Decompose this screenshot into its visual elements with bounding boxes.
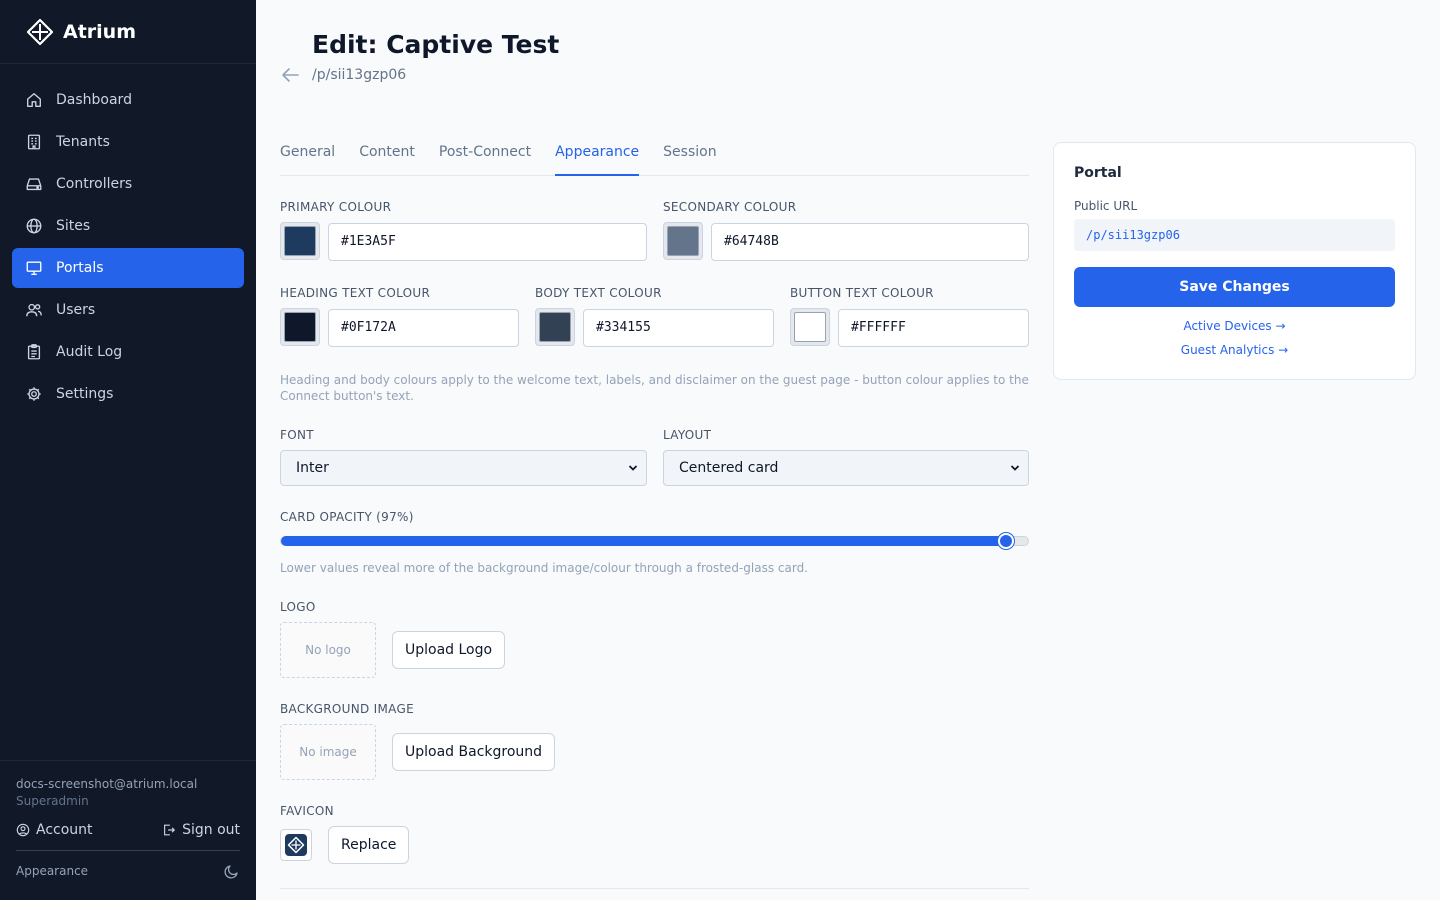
portal-card: Portal Public URL /p/sii13gzp06 Save Cha…: [1053, 142, 1416, 380]
tab-session[interactable]: Session: [663, 136, 716, 176]
sidebar: Atrium Dashboard Tenants Controllers Sit…: [0, 0, 256, 900]
opacity-help-text: Lower values reveal more of the backgrou…: [280, 561, 808, 575]
favicon-preview: [280, 829, 312, 861]
sidebar-item-label: Dashboard: [56, 92, 132, 108]
opacity-slider-thumb[interactable]: [998, 533, 1014, 549]
save-changes-button[interactable]: Save Changes: [1074, 267, 1395, 307]
heading-colour-input[interactable]: #0F172A: [328, 309, 519, 347]
moon-icon[interactable]: [224, 863, 240, 879]
brand-name: Atrium: [63, 20, 136, 43]
button-colour-label: BUTTON TEXT COLOUR: [790, 286, 934, 300]
sidebar-item-label: Audit Log: [56, 344, 123, 360]
sidebar-nav: Dashboard Tenants Controllers Sites Port…: [0, 64, 256, 432]
public-url-label: Public URL: [1074, 199, 1138, 213]
secondary-colour-label: SECONDARY COLOUR: [663, 200, 797, 214]
building-icon: [24, 132, 44, 152]
public-url-value[interactable]: /p/sii13gzp06: [1074, 219, 1395, 251]
atrium-logo-icon: [26, 18, 54, 45]
monitor-icon: [24, 258, 44, 278]
sidebar-item-dashboard[interactable]: Dashboard: [12, 80, 244, 120]
chevron-down-icon: [628, 465, 638, 471]
favicon-logo-icon: [285, 834, 307, 856]
sidebar-item-tenants[interactable]: Tenants: [12, 122, 244, 162]
body-colour-input[interactable]: #334155: [583, 309, 774, 347]
appearance-row: Appearance: [16, 850, 240, 879]
button-colour-swatch[interactable]: [790, 308, 830, 346]
sidebar-item-label: Tenants: [56, 134, 110, 150]
sidebar-item-label: Users: [56, 302, 96, 318]
favicon-label: FAVICON: [280, 804, 334, 818]
account-row: Account Sign out: [16, 822, 240, 838]
page-title: Edit: Captive Test: [312, 30, 560, 59]
account-link[interactable]: Account: [16, 822, 93, 838]
sidebar-item-controllers[interactable]: Controllers: [12, 164, 244, 204]
appearance-label: Appearance: [16, 864, 89, 878]
primary-colour-swatch[interactable]: [280, 222, 320, 260]
background-image-preview: No image: [280, 724, 376, 780]
layout-label: LAYOUT: [663, 428, 712, 442]
tab-appearance[interactable]: Appearance: [555, 136, 640, 176]
sidebar-item-portals[interactable]: Portals: [12, 248, 244, 288]
user-email: docs-screenshot@atrium.local: [16, 777, 198, 791]
layout-select[interactable]: Centered card: [663, 450, 1029, 486]
user-role: Superadmin: [16, 794, 89, 808]
font-label: FONT: [280, 428, 314, 442]
primary-colour-input[interactable]: #1E3A5F: [328, 223, 647, 261]
body-colour-label: BODY TEXT COLOUR: [535, 286, 662, 300]
sidebar-item-audit-log[interactable]: Audit Log: [12, 332, 244, 372]
secondary-colour-input[interactable]: #64748B: [711, 223, 1029, 261]
sidebar-item-label: Sites: [56, 218, 91, 234]
sidebar-item-sites[interactable]: Sites: [12, 206, 244, 246]
portal-card-title: Portal: [1074, 165, 1122, 181]
sidebar-item-label: Settings: [56, 386, 114, 402]
layout-select-value: Centered card: [679, 460, 779, 476]
tab-general[interactable]: General: [280, 136, 335, 176]
account-label: Account: [36, 822, 93, 838]
globe-icon: [24, 216, 44, 236]
tab-content[interactable]: Content: [359, 136, 415, 176]
font-select-value: Inter: [296, 460, 329, 476]
heading-colour-swatch[interactable]: [280, 308, 320, 346]
tab-post-connect[interactable]: Post-Connect: [439, 136, 531, 176]
colour-help-text: Heading and body colours apply to the we…: [280, 373, 1029, 403]
body-colour-swatch[interactable]: [535, 308, 575, 346]
sidebar-item-label: Controllers: [56, 176, 133, 192]
tab-bar: General Content Post-Connect Appearance …: [280, 136, 1029, 176]
sidebar-item-settings[interactable]: Settings: [12, 374, 244, 414]
opacity-label: CARD OPACITY (97%): [280, 510, 414, 524]
logo-preview: No logo: [280, 622, 376, 678]
sidebar-item-label: Portals: [56, 260, 104, 276]
opacity-slider[interactable]: [280, 533, 1029, 549]
replace-favicon-button[interactable]: Replace: [328, 826, 410, 864]
opacity-slider-fill: [281, 536, 1006, 546]
section-divider: [280, 888, 1029, 889]
page-path: /p/sii13gzp06: [312, 67, 407, 83]
primary-colour-label: PRIMARY COLOUR: [280, 200, 392, 214]
guest-analytics-link[interactable]: Guest Analytics →: [1074, 343, 1395, 357]
sign-out-icon: [164, 824, 176, 836]
hard-drive-icon: [24, 174, 44, 194]
secondary-colour-swatch[interactable]: [663, 222, 703, 260]
upload-logo-button[interactable]: Upload Logo: [392, 631, 506, 669]
gear-icon: [24, 384, 44, 404]
back-arrow-icon[interactable]: [280, 66, 300, 84]
brand[interactable]: Atrium: [0, 0, 256, 64]
clipboard-icon: [24, 342, 44, 362]
heading-colour-label: HEADING TEXT COLOUR: [280, 286, 431, 300]
font-select[interactable]: Inter: [280, 450, 647, 486]
background-image-label: BACKGROUND IMAGE: [280, 702, 414, 716]
active-devices-link[interactable]: Active Devices →: [1074, 319, 1395, 333]
sign-out-link[interactable]: Sign out: [162, 822, 240, 838]
logo-label: LOGO: [280, 600, 316, 614]
chevron-down-icon: [1010, 465, 1020, 471]
users-icon: [24, 300, 44, 320]
home-icon: [24, 90, 44, 110]
sign-out-label: Sign out: [182, 822, 240, 838]
sidebar-item-users[interactable]: Users: [12, 290, 244, 330]
button-colour-input[interactable]: #FFFFFF: [838, 309, 1029, 347]
user-circle-icon: [16, 823, 30, 837]
sidebar-footer: docs-screenshot@atrium.local Superadmin …: [0, 760, 256, 900]
upload-background-button[interactable]: Upload Background: [392, 733, 556, 771]
